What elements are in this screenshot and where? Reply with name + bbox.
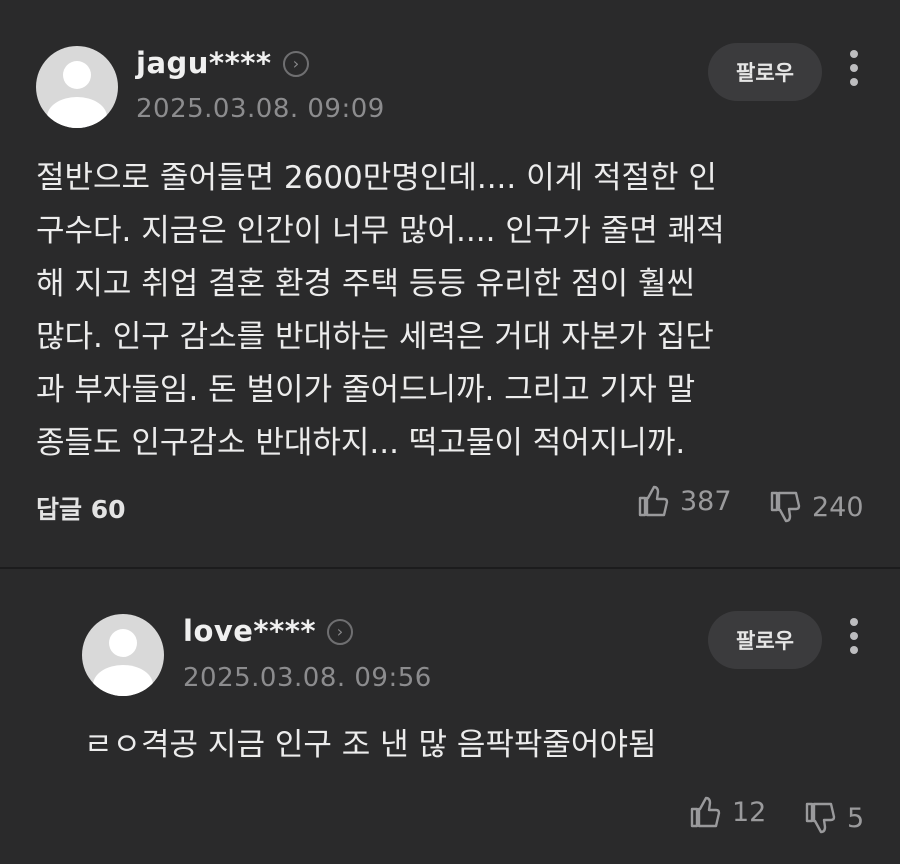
like-button[interactable]: 387 (638, 484, 732, 518)
comment-text: 절반으로 줄어들면 2600만명인데.... 이게 적절한 인 구수다. 지금은… (36, 160, 725, 461)
thumbs-up-icon (690, 796, 721, 828)
avatar-body (93, 665, 153, 696)
avatar-head (63, 61, 91, 89)
comment-2: love**** › 2025.03.08. 09:56 팔로우 ㄹㅇ격공 지금… (0, 569, 900, 864)
thumbs-down-icon (805, 802, 836, 834)
avatar-head (109, 629, 137, 657)
comment-date: 2025.03.08. 09:56 (183, 663, 432, 693)
username[interactable]: love**** (183, 614, 316, 648)
follow-button[interactable]: 팔로우 (708, 611, 822, 669)
like-count: 387 (680, 485, 732, 517)
thumbs-up-icon (638, 485, 669, 517)
avatar[interactable] (82, 614, 164, 696)
more-vertical-icon[interactable] (849, 50, 859, 90)
like-count: 12 (732, 796, 767, 828)
like-button[interactable]: 12 (690, 795, 766, 829)
avatar-body (47, 97, 107, 128)
dislike-button[interactable]: 240 (770, 490, 864, 524)
dislike-count: 240 (812, 491, 864, 523)
username[interactable]: jagu**** (136, 46, 272, 80)
chevron-right-icon[interactable]: › (327, 619, 353, 645)
comment-1: jagu**** › 2025.03.08. 09:09 팔로우 절반으로 줄어… (0, 0, 900, 567)
thumbs-down-icon (770, 491, 801, 523)
follow-button[interactable]: 팔로우 (708, 43, 822, 101)
avatar[interactable] (36, 46, 118, 128)
chevron-right-icon[interactable]: › (283, 51, 309, 77)
dislike-count: 5 (847, 802, 865, 834)
dislike-button[interactable]: 5 (805, 801, 864, 835)
comment-text: ㄹㅇ격공 지금 인구 조 낸 많 음팍팍줄어야됨 (84, 727, 657, 763)
more-vertical-icon[interactable] (849, 618, 859, 658)
reply-count-button[interactable]: 답글 60 (36, 490, 126, 526)
comment-date: 2025.03.08. 09:09 (136, 94, 385, 124)
